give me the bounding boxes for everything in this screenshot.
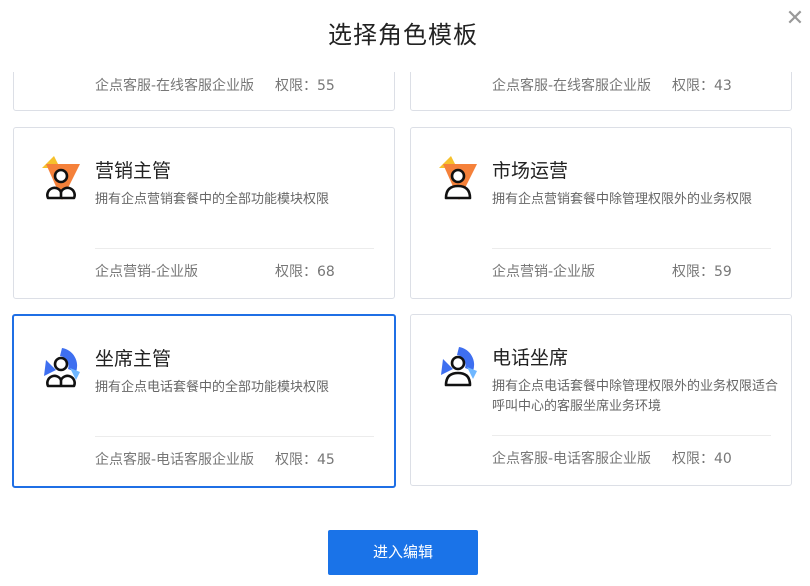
role-card-seat-manager[interactable]: 坐席主管 拥有企点电话套餐中的全部功能模块权限 企点客服-电话客服企业版 权限：… bbox=[12, 314, 396, 488]
marketing-operator-icon bbox=[437, 156, 477, 204]
role-card[interactable]: 企点客服-在线客服企业版 权限：55 bbox=[13, 72, 395, 111]
marketing-manager-icon bbox=[40, 156, 80, 204]
card-permission-count: 权限：40 bbox=[672, 451, 732, 467]
card-description: 拥有企点电话套餐中的全部功能模块权限 bbox=[95, 380, 330, 395]
card-description: 拥有企点电话套餐中除管理权限外的业务权限适合呼叫中心的客服坐席业务环境 bbox=[492, 379, 779, 414]
card-product: 企点营销-企业版 bbox=[95, 264, 199, 280]
role-card-phone-seat[interactable]: 电话坐席 拥有企点电话套餐中除管理权限外的业务权限适合呼叫中心的客服坐席业务环境… bbox=[410, 314, 792, 486]
card-product: 企点客服-电话客服企业版 bbox=[492, 451, 652, 467]
card-divider bbox=[95, 436, 374, 437]
card-divider bbox=[492, 248, 771, 249]
close-icon[interactable]: ✕ bbox=[784, 8, 806, 30]
card-title: 市场运营 bbox=[492, 160, 569, 182]
card-permission-count: 权限：45 bbox=[275, 452, 335, 468]
role-card-marketing-manager[interactable]: 营销主管 拥有企点营销套餐中的全部功能模块权限 企点营销-企业版 权限：68 bbox=[13, 127, 395, 299]
role-card[interactable]: 企点客服-在线客服企业版 权限：43 bbox=[410, 72, 792, 111]
card-permission-count: 权限：43 bbox=[672, 78, 732, 94]
role-card-marketing-operator[interactable]: 市场运营 拥有企点营销套餐中除管理权限外的业务权限 企点营销-企业版 权限：59 bbox=[410, 127, 792, 299]
role-template-list[interactable]: 企点客服-在线客服企业版 权限：55 企点客服-在线客服企业版 权限：43 营销… bbox=[0, 72, 810, 502]
card-permission-count: 权限：55 bbox=[275, 78, 335, 94]
card-title: 坐席主管 bbox=[95, 348, 172, 370]
phone-seat-icon bbox=[437, 343, 477, 391]
dialog-title: 选择角色模板 bbox=[328, 21, 478, 49]
card-divider bbox=[95, 248, 374, 249]
card-permission-count: 权限：68 bbox=[275, 264, 335, 280]
card-description: 拥有企点营销套餐中除管理权限外的业务权限 bbox=[492, 192, 753, 207]
card-product: 企点客服-在线客服企业版 bbox=[95, 78, 255, 94]
card-title: 电话坐席 bbox=[492, 347, 569, 369]
card-title: 营销主管 bbox=[95, 160, 172, 182]
card-product: 企点营销-企业版 bbox=[492, 264, 596, 280]
card-description: 拥有企点营销套餐中的全部功能模块权限 bbox=[95, 192, 330, 207]
card-divider bbox=[492, 435, 771, 436]
enter-edit-button[interactable]: 进入编辑 bbox=[328, 530, 478, 575]
seat-manager-icon bbox=[40, 344, 80, 392]
card-product: 企点客服-电话客服企业版 bbox=[95, 452, 255, 468]
card-product: 企点客服-在线客服企业版 bbox=[492, 78, 652, 94]
card-permission-count: 权限：59 bbox=[672, 264, 732, 280]
